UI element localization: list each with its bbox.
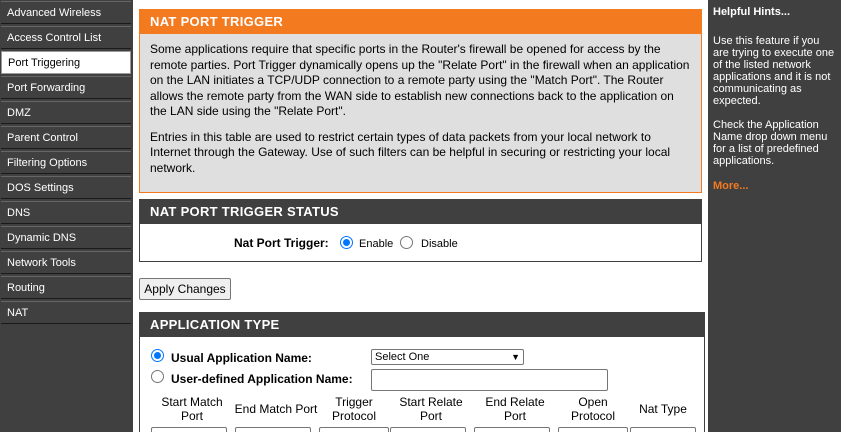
sidebar-item-parent-control[interactable]: Parent Control [1,126,131,149]
sidebar-item-dmz[interactable]: DMZ [1,101,131,124]
nat-port-trigger-label: Nat Port Trigger: [234,236,329,250]
intro-paragraph-2: Entries in this table are used to restri… [150,129,671,175]
hints-title: Helpful Hints... [713,6,790,18]
application-type-title: APPLICATION TYPE [140,313,704,337]
sidebar-item-advanced-wireless[interactable]: Advanced Wireless [1,1,131,24]
column-header-start-match-port: Start Match Port [161,395,223,423]
column-header-trigger-protocol: Trigger Protocol [331,395,377,423]
sidebar-item-dns[interactable]: DNS [1,201,131,224]
end-relate-port-input[interactable] [474,427,550,432]
hints-text-2: Check the Application Name drop down men… [713,119,828,167]
intro-panel: NAT PORT TRIGGER Some applications requi… [139,9,702,193]
trigger-protocol-select[interactable] [319,427,389,432]
disable-label: Disable [421,238,458,250]
helpful-hints-panel: Helpful Hints... Use this feature if you… [708,0,841,432]
application-name-select[interactable]: Select One ▼ [371,349,524,365]
enable-label: Enable [359,238,394,250]
usual-application-label: Usual Application Name: [171,351,312,365]
intro-paragraph-1: Some applications require that specific … [150,42,690,118]
sidebar-item-filtering-options[interactable]: Filtering Options [1,151,131,174]
main-content: NAT PORT TRIGGER Some applications requi… [138,0,706,432]
user-defined-application-input[interactable] [371,369,608,391]
application-type-panel: APPLICATION TYPE Usual Application Name:… [139,312,705,432]
sidebar-item-routing[interactable]: Routing [1,276,131,299]
column-header-start-relate-port: Start Relate Port [399,395,463,423]
start-relate-port-input[interactable] [390,427,466,432]
open-protocol-select[interactable] [558,427,628,432]
select-value: Select One [375,351,430,363]
sidebar-item-dos-settings[interactable]: DOS Settings [1,176,131,199]
column-header-open-protocol: Open Protocol [570,395,616,423]
column-header-end-match-port: End Match Port [234,402,318,416]
usual-application-radio[interactable] [151,349,164,362]
status-panel: NAT PORT TRIGGER STATUS Nat Port Trigger… [139,199,702,262]
start-match-port-input[interactable] [151,427,227,432]
sidebar-item-access-control-list[interactable]: Access Control List [1,26,131,49]
sidebar-item-port-forwarding[interactable]: Port Forwarding [1,76,131,99]
nat-type-select[interactable] [630,427,696,432]
column-header-nat-type: Nat Type [639,402,687,416]
sidebar-nav: Advanced Wireless Access Control List Po… [0,0,133,432]
sidebar-item-network-tools[interactable]: Network Tools [1,251,131,274]
user-defined-application-label: User-defined Application Name: [171,372,353,386]
sidebar-item-port-triggering[interactable]: Port Triggering [1,51,131,74]
enable-radio[interactable] [340,236,353,249]
disable-radio[interactable] [400,236,413,249]
apply-changes-button[interactable]: Apply Changes [139,278,231,300]
sidebar-item-nat[interactable]: NAT [1,301,131,324]
user-defined-application-radio[interactable] [151,370,164,383]
column-header-end-relate-port: End Relate Port [485,395,545,423]
intro-title: NAT PORT TRIGGER [140,10,701,34]
sidebar-item-dynamic-dns[interactable]: Dynamic DNS [1,226,131,249]
end-match-port-input[interactable] [235,427,311,432]
chevron-down-icon: ▼ [511,352,520,362]
hints-text-1: Use this feature if you are trying to ex… [713,35,835,107]
more-link[interactable]: More... [713,180,836,192]
status-title: NAT PORT TRIGGER STATUS [140,200,701,224]
